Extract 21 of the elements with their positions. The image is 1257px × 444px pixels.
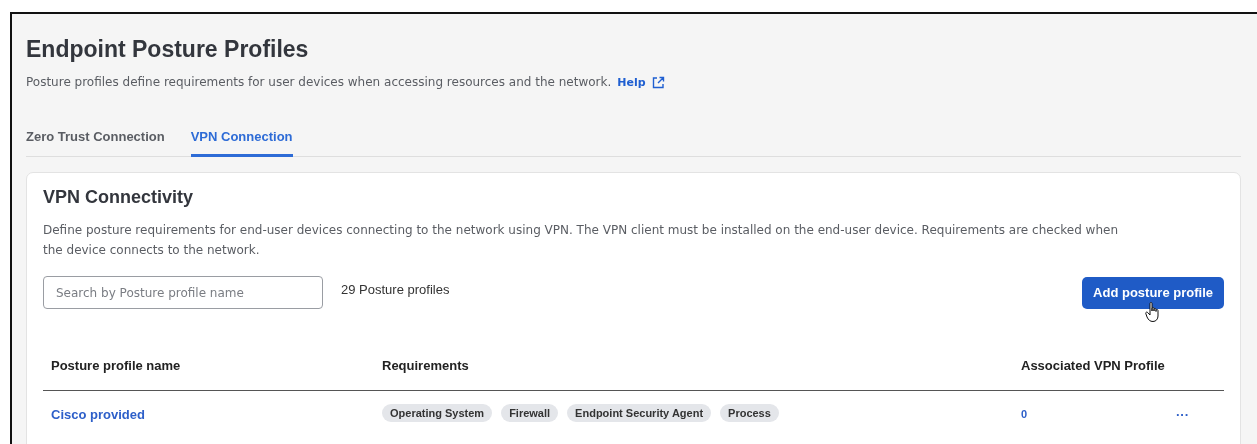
add-posture-profile-button[interactable]: Add posture profile bbox=[1082, 276, 1224, 309]
column-header: Posture profile name bbox=[50, 358, 182, 373]
more-options-button[interactable]: ··· bbox=[1176, 406, 1189, 422]
card-title: VPN Connectivity bbox=[43, 187, 195, 208]
requirement-tag: Operating System bbox=[382, 404, 493, 422]
page-description: Posture profiles define requirements for user devices when accessing resources and the network. bbox=[26, 75, 612, 89]
requirement-tag: Process bbox=[720, 404, 779, 422]
search-field[interactable]: Search by Posture profile name bbox=[43, 276, 323, 309]
requirement-tag: Endpoint Security Agent bbox=[567, 404, 712, 422]
profile-name-link[interactable]: Cisco provided bbox=[51, 406, 145, 422]
associated-count-link[interactable]: 0 bbox=[1021, 408, 1028, 420]
column-header: Associated VPN Profile bbox=[1021, 356, 1166, 375]
column-header: Requirements bbox=[382, 358, 470, 373]
tab[interactable]: Zero Trust Connection bbox=[26, 129, 165, 157]
requirement-tag: Firewall bbox=[501, 404, 559, 422]
help-link[interactable]: Help bbox=[617, 75, 646, 89]
page-title: Endpoint Posture Profiles bbox=[26, 36, 310, 63]
external-link-icon[interactable] bbox=[651, 75, 665, 89]
tab[interactable]: VPN Connection bbox=[190, 129, 293, 157]
card-description: Define posture requirements for end-user devices connecting to the network using VPN. The VPN client must be installed on the end-user device. Requirements are checked when the device connects to the network. bbox=[43, 222, 1119, 259]
profile-count: 29 Posture profiles bbox=[341, 282, 450, 297]
